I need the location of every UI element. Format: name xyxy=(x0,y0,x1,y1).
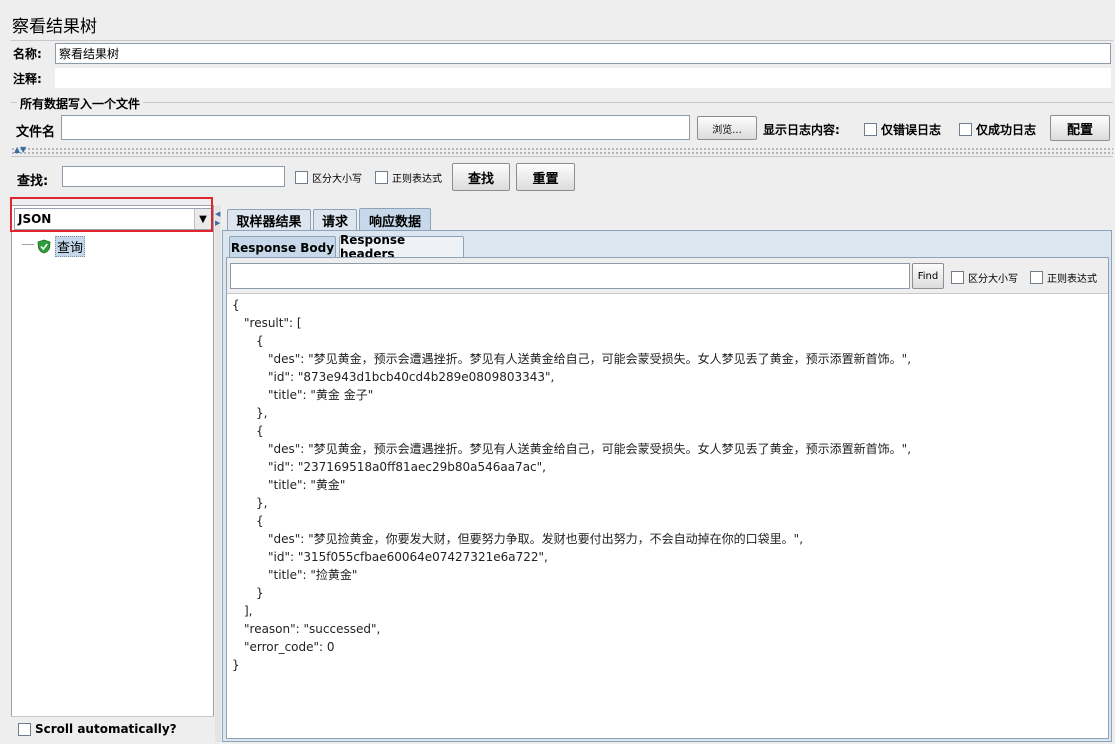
json-line: { xyxy=(256,422,264,440)
json-line: "title": "黄金" xyxy=(268,476,345,494)
json-line: "id": "873e943d1bcb40cd4b289e0809803343"… xyxy=(268,368,554,386)
search-input[interactable] xyxy=(62,166,285,187)
json-line: }, xyxy=(256,404,267,422)
errors-only-box[interactable] xyxy=(864,123,877,136)
success-only-label: 仅成功日志 xyxy=(976,121,1036,138)
search-label: 查找: xyxy=(17,170,48,189)
tab-sampler-result[interactable]: 取样器结果 xyxy=(227,209,311,230)
json-line: "des": "梦见捡黄金，你要发大财，但要努力争取。发财也要付出努力，不会自动… xyxy=(268,530,803,548)
success-shield-icon xyxy=(37,239,51,254)
json-line: "result": [ xyxy=(244,314,302,332)
highlight-box xyxy=(10,197,213,232)
json-line: } xyxy=(256,584,264,602)
search-case-checkbox[interactable]: 区分大小写 xyxy=(295,170,362,185)
success-only-checkbox[interactable]: 仅成功日志 xyxy=(959,121,1036,138)
expand-arrows-icon[interactable]: ◀▶ xyxy=(215,210,220,228)
json-line: ], xyxy=(244,602,253,620)
response-find-button[interactable]: Find xyxy=(912,263,944,289)
find-button[interactable]: 查找 xyxy=(452,163,510,191)
json-line: } xyxy=(232,656,240,674)
errors-only-checkbox[interactable]: 仅错误日志 xyxy=(864,121,941,138)
page-title: 察看结果树 xyxy=(12,12,97,37)
json-line: "des": "梦见黄金，预示会遭遇挫折。梦见有人送黄金给自己，可能会蒙受损失。… xyxy=(268,440,911,458)
tree-item-label: 查询 xyxy=(55,236,85,257)
log-display-label: 显示日志内容: xyxy=(763,121,840,138)
vertical-splitter[interactable] xyxy=(215,205,221,742)
json-line: "title": "捡黄金" xyxy=(268,566,357,584)
json-line: { xyxy=(256,512,264,530)
response-regex-label: 正则表达式 xyxy=(1047,270,1097,285)
reset-button[interactable]: 重置 xyxy=(516,163,575,191)
tab-request[interactable]: 请求 xyxy=(313,209,357,230)
filename-label: 文件名 xyxy=(16,121,55,140)
comment-field[interactable] xyxy=(55,68,1111,88)
response-regex-box[interactable] xyxy=(1030,271,1043,284)
scroll-auto-label: Scroll automatically? xyxy=(35,722,177,736)
response-regex-checkbox[interactable]: 正则表达式 xyxy=(1030,270,1097,285)
tab-response-data[interactable]: 响应数据 xyxy=(359,208,431,231)
response-search-input[interactable] xyxy=(230,263,910,289)
response-case-box[interactable] xyxy=(951,271,964,284)
config-button[interactable]: 配置 xyxy=(1050,115,1110,141)
search-case-box[interactable] xyxy=(295,171,308,184)
scroll-auto-checkbox[interactable]: Scroll automatically? xyxy=(18,722,177,736)
search-case-label: 区分大小写 xyxy=(312,170,362,185)
browse-button[interactable]: 浏览... xyxy=(697,116,757,140)
collapse-arrows-icon[interactable]: ▲▼ xyxy=(14,146,26,154)
response-case-checkbox[interactable]: 区分大小写 xyxy=(951,270,1018,285)
json-line: "id": "237169518a0ff81aec29b80a546aa7ac"… xyxy=(268,458,546,476)
filename-field[interactable] xyxy=(61,115,690,140)
left-panel xyxy=(11,205,214,742)
name-field[interactable] xyxy=(55,43,1111,64)
json-line: "reason": "successed", xyxy=(244,620,380,638)
success-only-box[interactable] xyxy=(959,123,972,136)
json-line: }, xyxy=(256,494,267,512)
json-line: { xyxy=(256,332,264,350)
search-regex-box[interactable] xyxy=(375,171,388,184)
response-body-text[interactable]: {"result": [{"des": "梦见黄金，预示会遭遇挫折。梦见有人送黄… xyxy=(232,296,1106,736)
response-case-label: 区分大小写 xyxy=(968,270,1018,285)
name-label: 名称: xyxy=(13,45,42,62)
json-line: "title": "黄金 金子" xyxy=(268,386,373,404)
splitter-handle[interactable] xyxy=(11,147,1113,155)
json-line: "error_code": 0 xyxy=(244,638,335,656)
json-line: "id": "315f055cfbae60064e07427321e6a722"… xyxy=(268,548,548,566)
file-section-legend: 所有数据写入一个文件 xyxy=(17,95,143,112)
tab-response-headers[interactable]: Response headers xyxy=(339,236,464,257)
tree-item[interactable]: 查询 xyxy=(37,236,85,257)
errors-only-label: 仅错误日志 xyxy=(881,121,941,138)
search-regex-checkbox[interactable]: 正则表达式 xyxy=(375,170,442,185)
comment-label: 注释: xyxy=(13,70,42,87)
tab-response-body[interactable]: Response Body xyxy=(229,236,336,258)
json-line: "des": "梦见黄金，预示会遭遇挫折。梦见有人送黄金给自己，可能会蒙受损失。… xyxy=(268,350,911,368)
json-line: { xyxy=(232,296,240,314)
scroll-auto-box[interactable] xyxy=(18,723,31,736)
tree-connector xyxy=(22,244,34,245)
search-regex-label: 正则表达式 xyxy=(392,170,442,185)
